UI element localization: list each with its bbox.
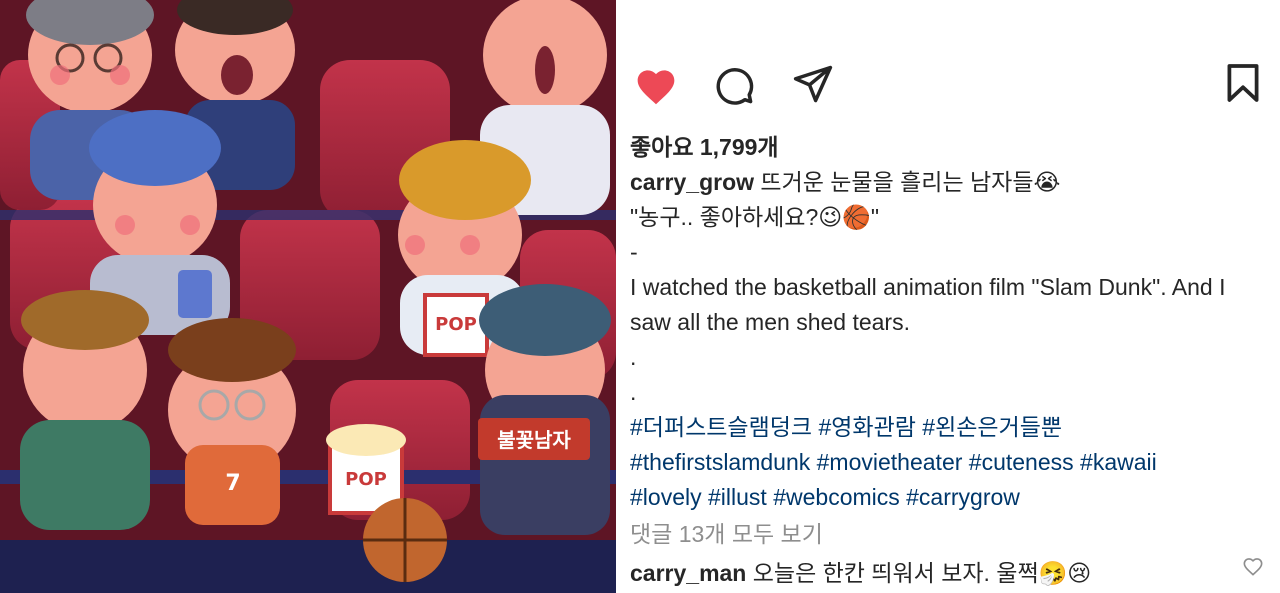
comment-item: carry_man 오늘은 한칸 띄워서 보자. 울쩍🤧😢 [630,554,1091,588]
cheer-sign-text: 불꽃남자 [497,428,571,452]
caption-english: I watched the basketball animation film … [630,274,1226,335]
hashtag-row-2: #thefirstslamdunk #movietheater #cutenes… [630,445,1270,480]
comment-text: 오늘은 한칸 띄워서 보자. 울쩍🤧😢 [746,560,1092,586]
save-button[interactable] [1226,62,1260,104]
comment-like-button[interactable] [1242,556,1264,581]
caption-quote: "농구.. 좋아하세요?😉🏀" [630,204,880,230]
bookmark-icon [1227,64,1259,102]
popcorn-label-top: POP [435,314,477,335]
comment-button[interactable] [713,64,755,106]
post-details: 좋아요 1,799개 carry_grow 뜨거운 눈물을 흘리는 남자들😭 "… [616,0,1280,593]
post-caption: carry_grow 뜨거운 눈물을 흘리는 남자들😭 "농구.. 좋아하세요?… [630,165,1270,515]
paper-plane-icon [793,65,833,103]
caption-first-line: carry_grow 뜨거운 눈물을 흘리는 남자들😭 [630,165,1270,200]
caption-dot: . [630,344,637,370]
heart-outline-icon [1243,558,1263,576]
like-count[interactable]: 좋아요 1,799개 [630,128,779,162]
hashtag-link[interactable]: #movietheater [817,449,963,475]
caption-dot: . [630,379,637,405]
heart-filled-icon [637,70,675,105]
hashtag-link[interactable]: #kawaii [1080,449,1157,475]
hashtag-link[interactable]: #cuteness [969,449,1074,475]
popcorn-label-bottom: POP [345,469,387,490]
view-all-comments-link[interactable]: 댓글 13개 모두 보기 [630,515,823,549]
hashtag-row-1: #더퍼스트슬램덩크 #영화관람 #왼손은거들뿐 [630,410,1270,445]
hashtag-link[interactable]: #lovely [630,484,702,510]
like-button[interactable] [634,64,678,106]
share-button[interactable] [792,64,834,104]
hashtag-row-3: #lovely #illust #webcomics #carrygrow [630,480,1270,515]
hashtag-link[interactable]: #영화관람 [818,414,915,440]
hashtag-link[interactable]: #carrygrow [906,484,1020,510]
caption-title: 뜨거운 눈물을 흘리는 남자들😭 [754,169,1061,195]
hashtag-link[interactable]: #illust [708,484,767,510]
post-image[interactable]: POP 7 POP 불꽃남자 [0,0,616,593]
hashtag-link[interactable]: #왼손은거들뿐 [922,414,1062,440]
theater-illustration: POP 7 POP 불꽃남자 [0,0,616,593]
hashtag-link[interactable]: #더퍼스트슬램덩크 [630,414,812,440]
caption-dash: - [630,239,638,265]
comment-bubble-icon [716,68,754,105]
caption-username[interactable]: carry_grow [630,169,754,195]
comment-username[interactable]: carry_man [630,560,746,586]
hashtag-link[interactable]: #thefirstslamdunk [630,449,810,475]
hashtag-link[interactable]: #webcomics [773,484,900,510]
jersey-number: 7 [225,471,240,496]
